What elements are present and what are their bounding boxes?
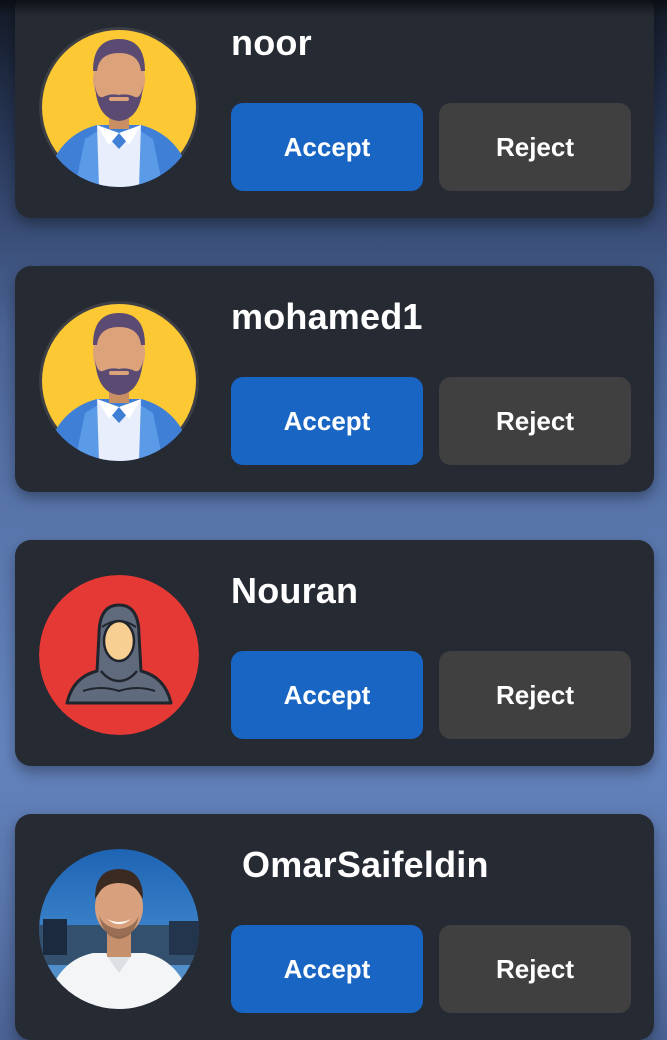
male-avatar-icon (39, 301, 199, 461)
friend-request-card: noor Accept Reject (15, 0, 654, 218)
friend-request-card: Nouran Accept Reject (15, 540, 654, 766)
male-avatar-icon (39, 27, 199, 187)
accept-button[interactable]: Accept (231, 103, 423, 191)
friend-request-card: OmarSaifeldin Accept Reject (15, 814, 654, 1040)
friend-request-card: mohamed1 Accept Reject (15, 266, 654, 492)
reject-button[interactable]: Reject (439, 925, 631, 1013)
accept-button[interactable]: Accept (231, 651, 423, 739)
requester-name: noor (231, 22, 312, 63)
reject-button[interactable]: Reject (439, 103, 631, 191)
hijab-woman-avatar-icon (39, 575, 199, 735)
accept-button[interactable]: Accept (231, 925, 423, 1013)
requester-name: OmarSaifeldin (242, 844, 489, 885)
reject-button[interactable]: Reject (439, 651, 631, 739)
reject-button[interactable]: Reject (439, 377, 631, 465)
accept-button[interactable]: Accept (231, 377, 423, 465)
profile-photo-icon (39, 849, 199, 1009)
avatar[interactable] (39, 27, 199, 187)
status-bar-fade (0, 0, 667, 16)
requester-name: mohamed1 (231, 296, 423, 337)
avatar[interactable] (39, 575, 199, 735)
avatar[interactable] (39, 301, 199, 461)
avatar[interactable] (39, 849, 199, 1009)
requester-name: Nouran (231, 570, 359, 611)
